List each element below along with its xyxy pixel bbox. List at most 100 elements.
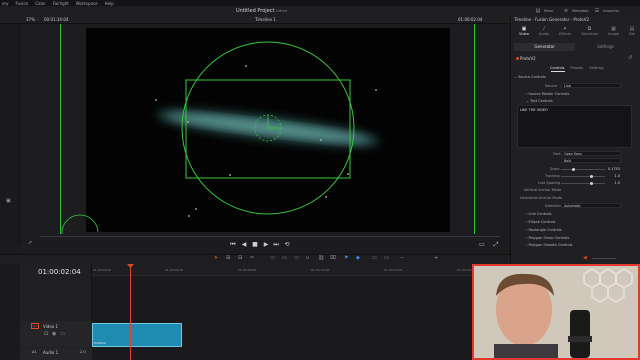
panel-toggle-icon[interactable]: ▣ (6, 198, 11, 204)
speaker-icon[interactable]: ◀ (583, 255, 587, 261)
safe-area-right (474, 24, 475, 234)
text-input[interactable]: LIKE THE VIDEO (517, 105, 632, 148)
subtab-settings[interactable]: Settings (575, 43, 636, 51)
node-enable-dot[interactable] (516, 57, 519, 60)
pointer-tool-icon[interactable]: ➚ (28, 240, 32, 246)
mixer-label[interactable]: Mixer (544, 9, 554, 13)
marker-icon[interactable]: ◆ (356, 255, 360, 261)
font-dropdown[interactable]: Open Sans (561, 151, 621, 156)
tab-file-label: File (629, 32, 635, 36)
go-to-start-icon[interactable]: ⏮ (229, 241, 237, 249)
menu-item-partial[interactable]: ory (2, 1, 8, 6)
safe-area-left (60, 24, 61, 234)
rectangle-controls-header[interactable]: › Rectangle Controls (526, 228, 562, 232)
ctrl-tab-settings[interactable]: Settings (589, 66, 603, 70)
flag-icon[interactable]: ⚑ (344, 255, 348, 261)
metadata-icon[interactable]: ≡ (562, 7, 570, 14)
track-lock-icon[interactable]: ⊡ (44, 331, 48, 337)
tracking-value[interactable]: 1.0 (606, 174, 620, 178)
metadata-label[interactable]: Metadata (572, 9, 589, 13)
control-tabs: Controls Presets Settings (550, 66, 604, 70)
fullscreen-icon[interactable]: ⤢ (492, 241, 500, 249)
tab-file[interactable]: ▤ File (629, 26, 635, 40)
step-back-icon[interactable]: ◀ (240, 241, 248, 248)
timeline-name-dropdown[interactable]: Timeline 1 (255, 17, 276, 22)
line-controls-header[interactable]: › Line Controls (526, 212, 551, 216)
scrub-bar[interactable] (40, 236, 500, 237)
subtab-generator[interactable]: Generator (514, 43, 575, 51)
position-lock-icon[interactable]: ⌧ (330, 255, 336, 261)
ellipse-controls-header[interactable]: › Ellipse Controls (526, 220, 555, 224)
ctrl-tab-presets[interactable]: Presets (570, 66, 583, 70)
stop-icon[interactable]: ■ (251, 241, 259, 248)
tab-image[interactable]: ▦ Image (608, 26, 619, 40)
line-spacing-label: Line Spacing (538, 181, 561, 185)
menu-item-fusion[interactable]: Fusion (15, 1, 28, 6)
go-to-end-icon[interactable]: ⏭ (272, 241, 280, 249)
rectangle-controls-label: Rectangle Controls (528, 228, 562, 232)
text-controls-header[interactable]: ⌄ Text Controls (526, 99, 553, 103)
polygon-sharp-header[interactable]: › Polygon Sharp Controls (526, 236, 569, 240)
zoom-full-icon[interactable]: ▭ (372, 255, 377, 261)
vertical-anchor-label: Vertical Anchor Mode (524, 188, 562, 192)
direction-dropdown[interactable]: Automatic (561, 203, 621, 208)
viewer-image[interactable] (86, 28, 450, 232)
tab-transition[interactable]: ⧉ Transition (581, 26, 598, 40)
scale-value[interactable]: 0.1753 (606, 167, 620, 171)
font-label: Font (553, 152, 561, 156)
menu-item-workspace[interactable]: Workspace (76, 1, 98, 6)
volume-slider[interactable] (592, 258, 616, 259)
snapping-icon[interactable]: ∪ (306, 255, 310, 261)
menu-item-help[interactable]: Help (105, 1, 114, 6)
timeline-ruler[interactable] (92, 264, 472, 276)
link-icon[interactable]: ⛓ (318, 255, 324, 261)
presenter-video (474, 266, 638, 358)
scale-slider-knob[interactable] (572, 168, 575, 171)
video-track-id[interactable]: V1 (31, 323, 39, 329)
ctrl-tab-controls[interactable]: Controls (550, 66, 564, 70)
menu-item-fairlight[interactable]: Fairlight (53, 1, 69, 6)
menu-item-color[interactable]: Color (35, 1, 45, 6)
mixer-icon[interactable]: ▤ (534, 7, 542, 14)
zoom-in-icon[interactable]: + (434, 255, 438, 261)
reset-icon[interactable]: ↺ (628, 55, 632, 61)
line-spacing-value[interactable]: 1.0 (606, 181, 620, 185)
zoom-detail-icon[interactable]: ▭ (384, 255, 389, 261)
zoom-dropdown[interactable]: 37% (26, 17, 35, 22)
loop-icon[interactable]: ⟲ (283, 241, 291, 248)
tab-audio[interactable]: ♪ Audio (539, 26, 549, 40)
trim-tool-icon[interactable]: ⊞ (226, 255, 230, 261)
line-spacing-slider-knob[interactable] (590, 182, 593, 185)
dynamic-trim-icon[interactable]: ⊟ (238, 255, 242, 261)
inspector-title: Timeline - Fusion Generator - ProtoV2 (514, 17, 590, 22)
playhead[interactable] (130, 264, 131, 360)
source-controls-label: Source Controls (518, 75, 546, 79)
tab-effects[interactable]: ✦ Effects (559, 26, 571, 40)
selection-tool-icon[interactable]: ➤ (214, 255, 218, 261)
replace-clip-icon[interactable]: ▭ (294, 255, 299, 261)
insert-clip-icon[interactable]: ▭ (270, 255, 275, 261)
inspector-label[interactable]: Inspector (603, 9, 619, 13)
polygon-smooth-header[interactable]: › Polygon Smooth Controls (526, 243, 572, 247)
inspector-icon[interactable]: ☰ (593, 7, 601, 14)
track-eye-icon[interactable]: ◉ (52, 331, 56, 337)
audio-track-id[interactable]: A1 (32, 350, 37, 354)
ctrl-tab-underline (551, 71, 565, 72)
source-master-header[interactable]: › Source Master Controls (526, 92, 569, 96)
source-controls-header[interactable]: ⌄ Source Controls (514, 75, 546, 79)
microphone-graphic (570, 310, 590, 358)
tab-video[interactable]: ▣ Video (519, 26, 529, 40)
track-monitor-icon[interactable]: ▭ (60, 331, 65, 337)
scale-slider[interactable] (561, 169, 605, 170)
zoom-out-icon[interactable]: − (400, 255, 404, 261)
tracking-slider-knob[interactable] (590, 175, 593, 178)
line-spacing-slider[interactable] (561, 183, 605, 184)
tracking-slider[interactable] (561, 176, 605, 177)
viewer-options-icon[interactable]: ▭ (478, 241, 486, 248)
project-status: Edited (276, 8, 288, 13)
source-dropdown[interactable]: Line (561, 83, 621, 88)
blade-tool-icon[interactable]: ✂ (250, 255, 254, 261)
font-style-dropdown[interactable]: Bold (561, 158, 621, 163)
overwrite-clip-icon[interactable]: ▭ (282, 255, 287, 261)
play-icon[interactable]: ▶ (262, 241, 270, 248)
